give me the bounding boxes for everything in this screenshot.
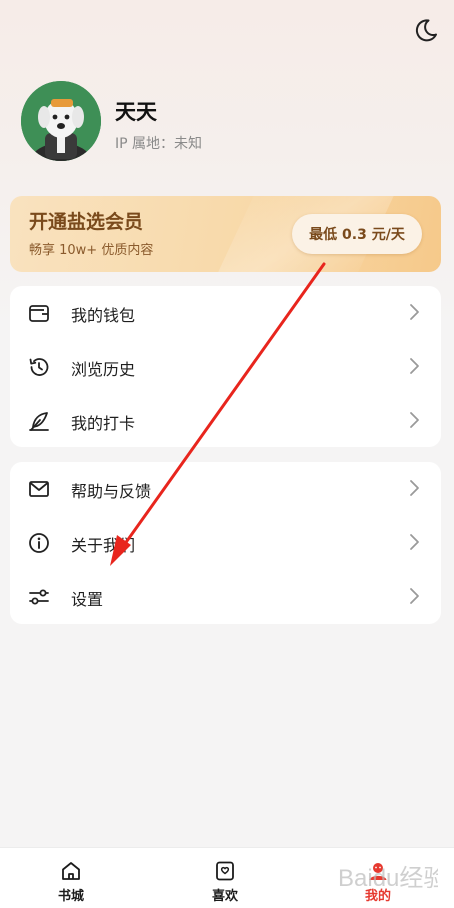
ip-value: 未知 [174, 136, 203, 152]
menu-card-1: 我的钱包 浏览历史 我的打卡 [10, 286, 441, 447]
heart-box-icon [216, 861, 234, 881]
tab-favorites[interactable]: 喜欢 [175, 848, 275, 908]
menu-item-wallet[interactable]: 我的钱包 [10, 286, 441, 340]
header-background [0, 0, 454, 330]
avatar-illustration [21, 81, 101, 161]
menu-item-about[interactable]: 关于我们 [10, 516, 441, 570]
menu-label: 关于我们 [71, 536, 136, 555]
vip-subtitle: 畅享 10w+ 优质内容 [29, 243, 154, 258]
menu-item-help[interactable]: 帮助与反馈 [10, 462, 441, 516]
mail-icon [29, 481, 49, 497]
info-icon [29, 533, 49, 553]
menu-item-settings[interactable]: 设置 [10, 570, 441, 624]
history-icon [29, 358, 49, 376]
menu-label: 我的打卡 [71, 414, 136, 433]
menu-label: 设置 [71, 590, 104, 609]
chevron-right-icon [410, 588, 419, 604]
vip-price-button[interactable]: 最低 0.3 元/天 [292, 214, 422, 254]
avatar[interactable] [21, 81, 101, 161]
ip-label: IP 属地： [115, 136, 175, 152]
menu-label: 帮助与反馈 [71, 482, 152, 501]
bottom-tab-bar: 书城 喜欢 我的 [0, 847, 454, 908]
feather-icon [29, 412, 49, 431]
ip-location: IP 属地：未知 [115, 133, 202, 153]
menu-card-2: 帮助与反馈 关于我们 设置 [10, 462, 441, 624]
chevron-right-icon [410, 358, 419, 374]
vip-banner[interactable]: 开通盐选会员 畅享 10w+ 优质内容 最低 0.3 元/天 [10, 196, 441, 272]
tab-me[interactable]: 我的 [328, 848, 428, 908]
home-icon [62, 862, 80, 880]
wallet-icon [29, 305, 49, 322]
username: 天天 [115, 100, 157, 124]
tab-bookstore[interactable]: 书城 [21, 848, 121, 908]
tab-label: 书城 [57, 889, 84, 904]
tab-label: 喜欢 [211, 889, 238, 904]
settings-sliders-icon [29, 589, 49, 605]
moon-icon[interactable] [412, 16, 440, 44]
tab-label: 我的 [364, 889, 391, 904]
vip-title: 开通盐选会员 [29, 211, 144, 233]
menu-label: 浏览历史 [71, 360, 136, 379]
chevron-right-icon [410, 480, 419, 496]
chevron-right-icon [410, 412, 419, 428]
chevron-right-icon [410, 534, 419, 550]
chevron-right-icon [410, 304, 419, 320]
menu-label: 我的钱包 [71, 306, 136, 325]
menu-item-history[interactable]: 浏览历史 [10, 340, 441, 394]
menu-item-checkin[interactable]: 我的打卡 [10, 394, 441, 448]
profile-icon [369, 863, 387, 880]
